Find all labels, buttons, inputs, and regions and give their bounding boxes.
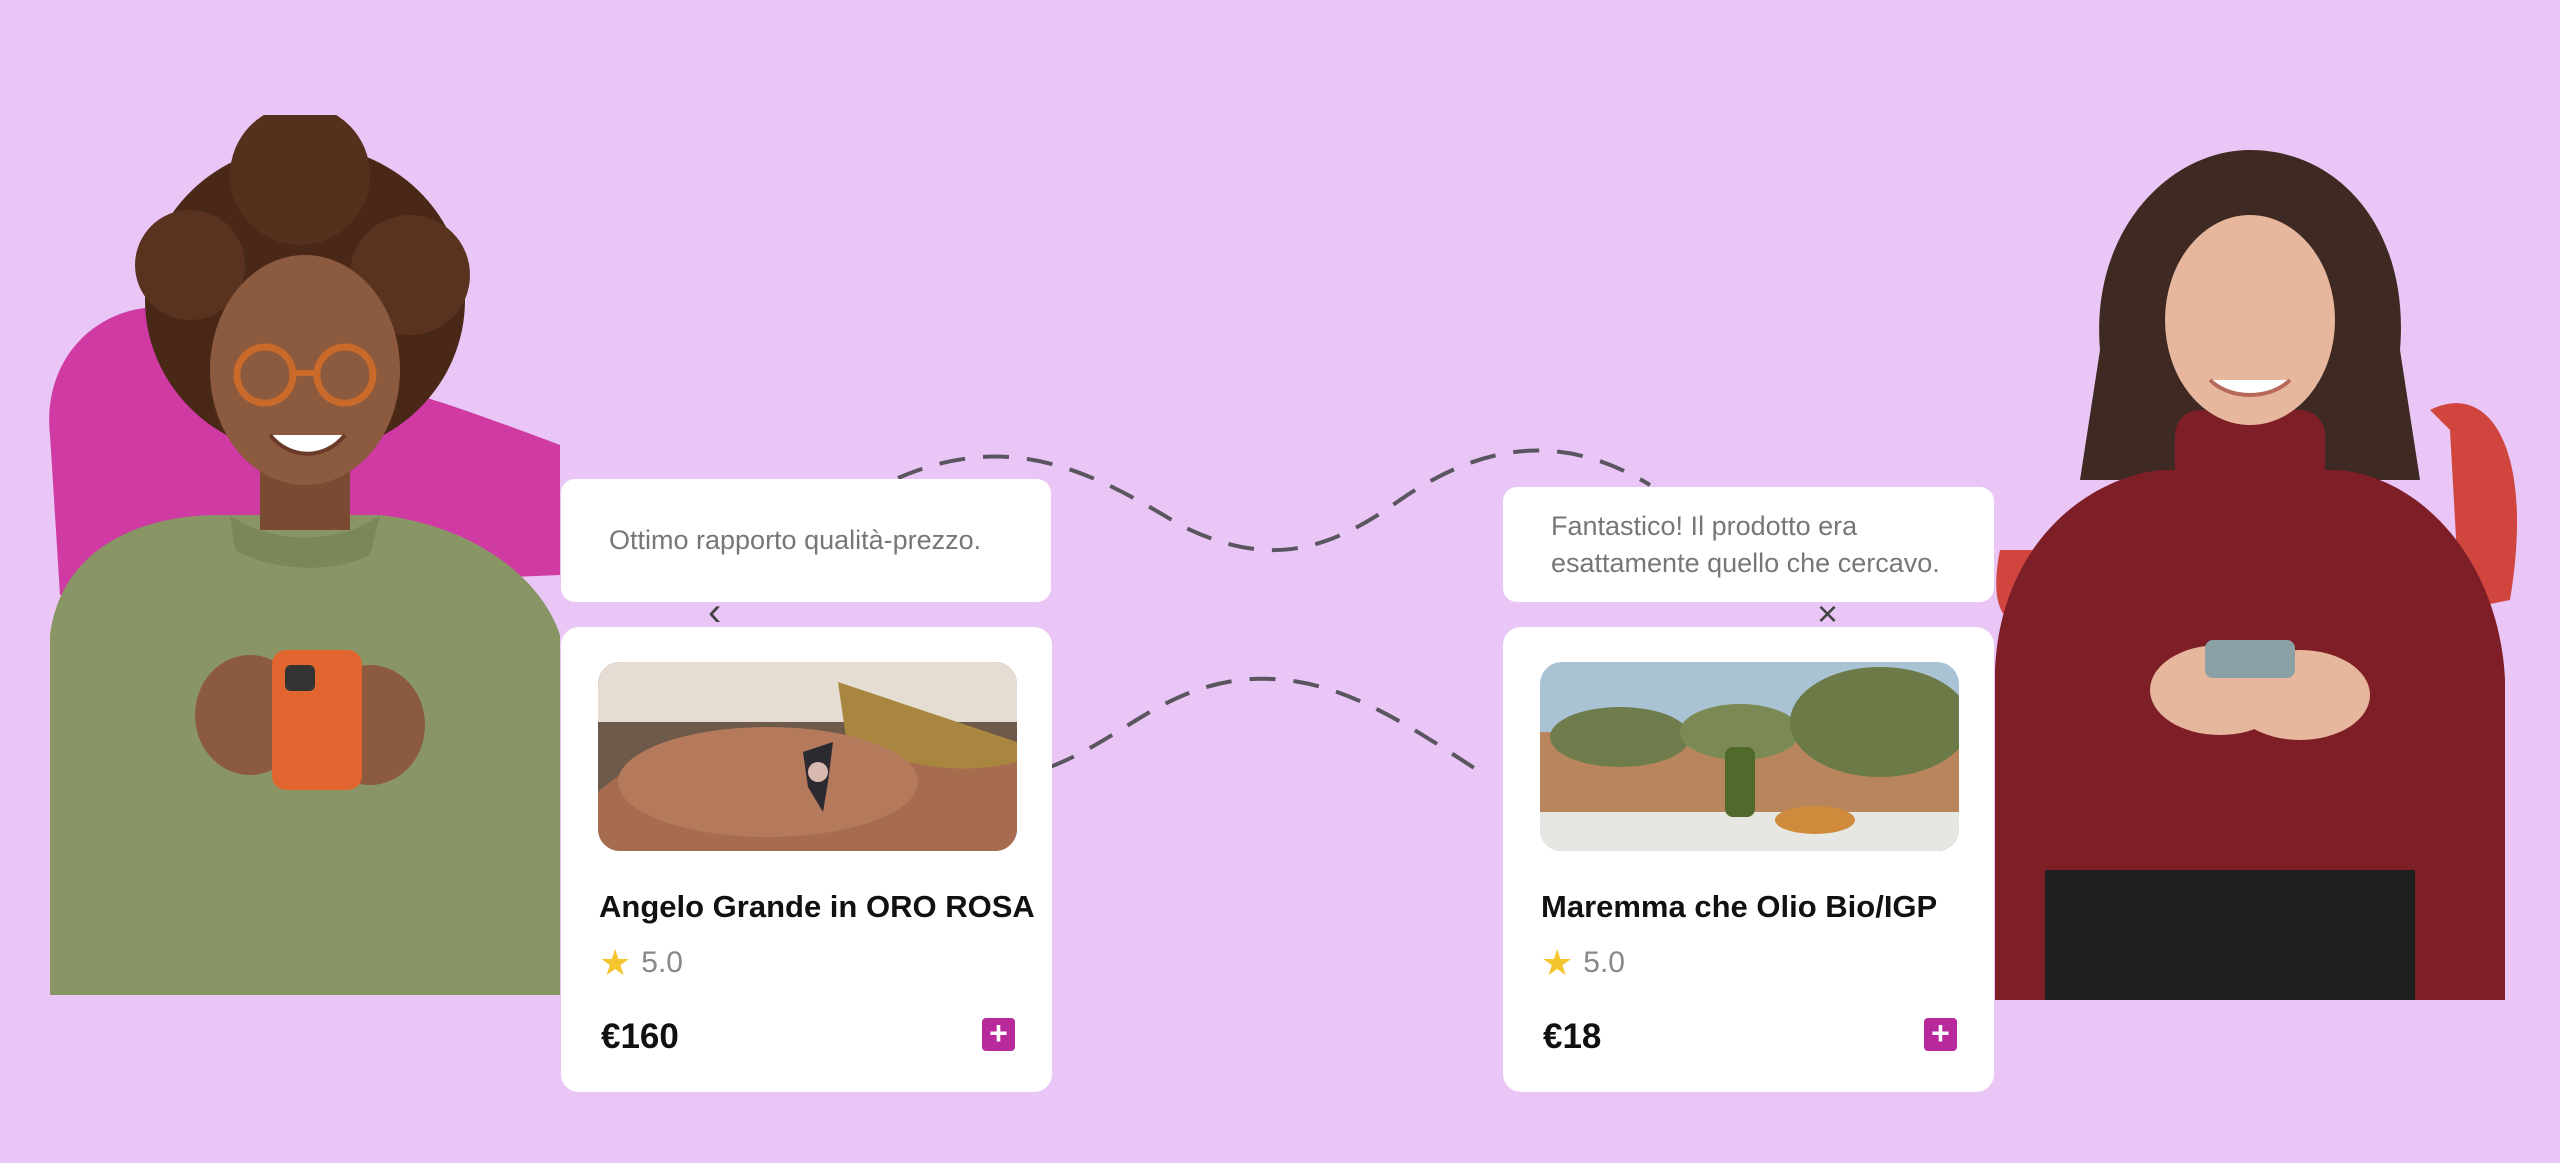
product-price: €18 bbox=[1543, 1017, 1602, 1056]
star-icon: ★ bbox=[1541, 942, 1574, 983]
rating-value: 5.0 bbox=[1583, 946, 1625, 979]
product-card-left[interactable]: Angelo Grande in ORO ROSA ★ 5.0 €160 + bbox=[561, 627, 1052, 1092]
product-card-right[interactable]: Maremma che Olio Bio/IGP ★ 5.0 €18 + bbox=[1503, 627, 1994, 1092]
product-rating: ★ 5.0 bbox=[599, 945, 683, 981]
product-price: €160 bbox=[601, 1017, 679, 1056]
woman-with-phone-right-image bbox=[1995, 150, 2518, 1000]
woman-with-phone-left-image bbox=[49, 115, 560, 995]
product-image-angelo bbox=[598, 662, 1017, 851]
review-bubble-left: Ottimo rapporto qualità-prezzo. bbox=[561, 479, 1051, 602]
star-icon: ★ bbox=[599, 942, 632, 983]
product-image-olio bbox=[1540, 662, 1959, 851]
rating-value: 5.0 bbox=[641, 946, 683, 979]
review-text-left: Ottimo rapporto qualità-prezzo. bbox=[609, 525, 982, 555]
chevron-left-icon[interactable]: ‹ bbox=[708, 592, 721, 632]
connector-bottom bbox=[1049, 676, 1487, 777]
plus-icon[interactable]: + bbox=[1924, 1017, 1957, 1051]
review-bubble-right: Fantastico! Il prodotto era esattamente … bbox=[1503, 487, 1994, 602]
review-text-right: Fantastico! Il prodotto era esattamente … bbox=[1551, 510, 1940, 578]
product-rating: ★ 5.0 bbox=[1541, 945, 1625, 981]
plus-icon[interactable]: + bbox=[982, 1017, 1015, 1051]
product-title[interactable]: Maremma che Olio Bio/IGP bbox=[1541, 889, 1937, 925]
product-title[interactable]: Angelo Grande in ORO ROSA bbox=[599, 889, 1035, 925]
